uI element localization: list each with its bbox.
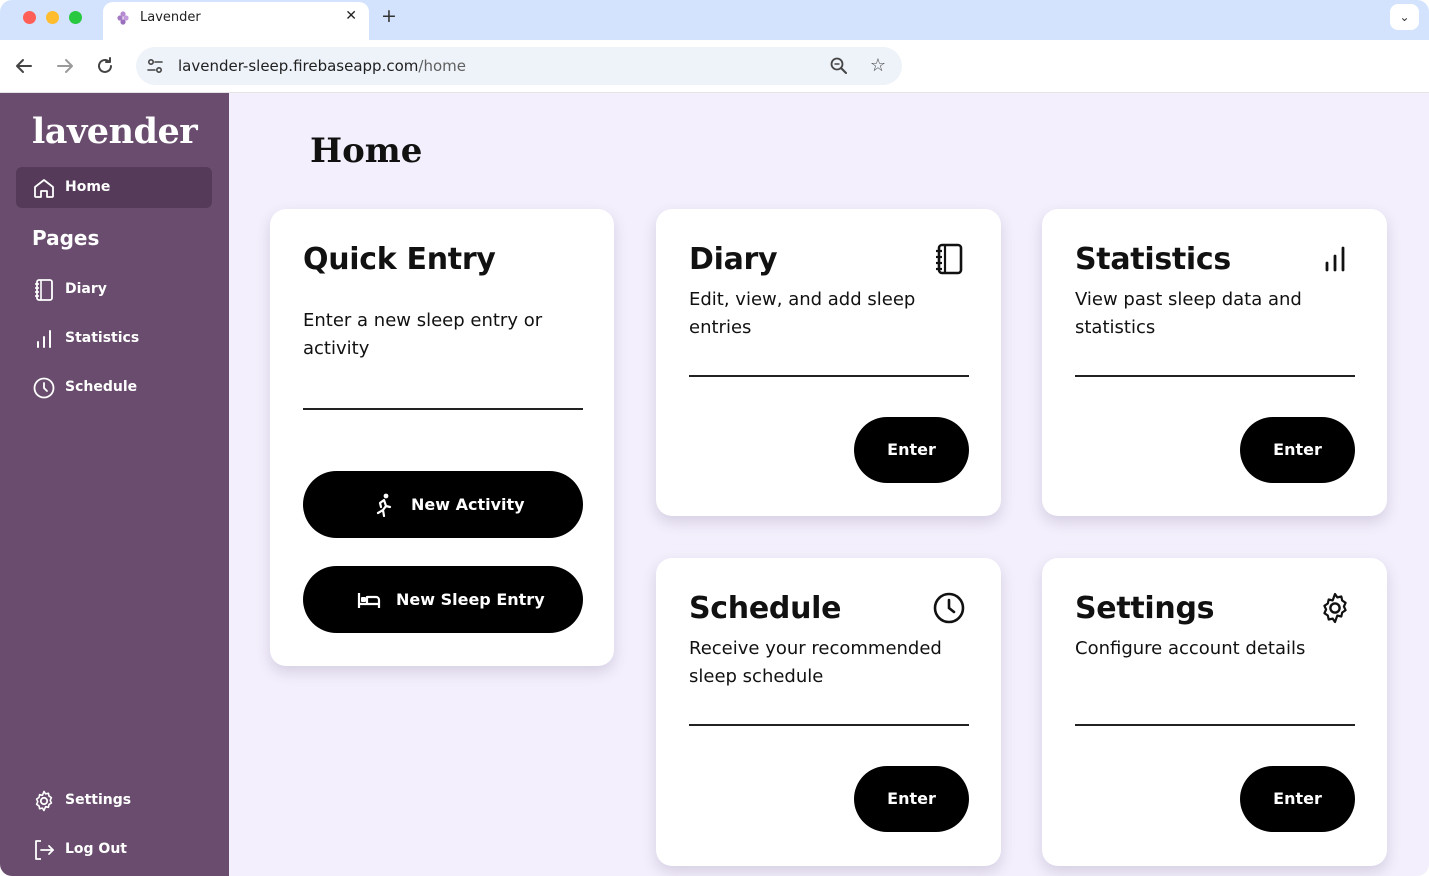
notebook-icon <box>936 243 963 275</box>
url-text[interactable]: lavender-sleep.firebaseapp.com/home <box>178 57 466 75</box>
sidebar-item-home[interactable]: Home <box>16 167 212 208</box>
main-content: Home Quick Entry Enter a new sleep entry… <box>229 93 1429 876</box>
card-divider <box>689 375 969 377</box>
url-path: /home <box>418 57 466 75</box>
browser-window: Lavender ✕ + ⌄ lavender-sleep.firebaseap… <box>0 0 1429 876</box>
lavender-favicon-icon <box>117 11 129 25</box>
card-divider <box>1075 375 1355 377</box>
sidebar-item-label: Statistics <box>65 330 140 346</box>
diary-enter-button[interactable]: Enter <box>854 417 969 483</box>
new-tab-button[interactable]: + <box>381 5 397 27</box>
home-icon <box>34 179 54 198</box>
gear-icon <box>1323 592 1347 624</box>
sidebar: lavender Home Pages Diary Statistics Sch… <box>0 93 229 876</box>
card-description: Enter a new sleep entry or activity <box>303 310 543 359</box>
sidebar-item-schedule[interactable]: Schedule <box>16 367 212 408</box>
sidebar-item-label: Diary <box>65 281 107 297</box>
statistics-card: Statistics View past sleep data and stat… <box>1042 209 1387 516</box>
quick-entry-card: Quick Entry Enter a new sleep entry or a… <box>270 209 614 666</box>
logout-icon <box>35 840 54 860</box>
card-title: Statistics <box>1075 242 1231 277</box>
schedule-enter-button[interactable]: Enter <box>854 766 969 832</box>
card-title: Schedule <box>689 591 842 626</box>
tab-search-button[interactable]: ⌄ <box>1390 4 1419 30</box>
forward-arrow-icon[interactable] <box>53 54 77 78</box>
title-bar: Lavender ✕ + ⌄ <box>0 0 1429 40</box>
new-sleep-entry-button[interactable]: New Sleep Entry <box>303 566 583 633</box>
card-description: View past sleep data and statistics <box>1075 289 1302 338</box>
settings-card: Settings Configure account details Enter <box>1042 558 1387 866</box>
close-window-button[interactable] <box>23 11 36 24</box>
card-description: Edit, view, and add sleep entries <box>689 289 916 338</box>
card-title: Settings <box>1075 591 1215 626</box>
page-title: Home <box>310 131 423 171</box>
browser-toolbar: lavender-sleep.firebaseapp.com/home ☆ <box>0 40 1429 93</box>
sidebar-item-statistics[interactable]: Statistics <box>16 318 212 359</box>
card-title: Diary <box>689 242 778 277</box>
sidebar-item-label: Schedule <box>65 379 138 395</box>
bookmark-star-icon[interactable]: ☆ <box>870 55 886 76</box>
diary-card: Diary Edit, view, and add sleep entries … <box>656 209 1001 516</box>
reload-icon[interactable] <box>93 54 117 78</box>
card-title: Quick Entry <box>303 242 496 277</box>
bed-icon <box>357 593 381 608</box>
minimize-window-button[interactable] <box>46 11 59 24</box>
brand-logo[interactable]: lavender <box>32 111 198 152</box>
zoom-icon[interactable] <box>829 56 849 76</box>
schedule-card: Schedule Receive your recommended sleep … <box>656 558 1001 866</box>
card-divider <box>689 724 969 726</box>
gear-icon <box>35 790 53 812</box>
card-description: Receive your recommended sleep schedule <box>689 638 942 687</box>
maximize-window-button[interactable] <box>69 11 82 24</box>
address-bar[interactable]: lavender-sleep.firebaseapp.com/home ☆ <box>136 47 902 85</box>
button-label: New Activity <box>411 495 525 514</box>
back-arrow-icon[interactable] <box>12 54 36 78</box>
tab-close-icon[interactable]: ✕ <box>345 8 357 24</box>
bar-chart-icon <box>37 330 51 348</box>
new-activity-button[interactable]: New Activity <box>303 471 583 538</box>
site-info-icon[interactable] <box>146 57 164 75</box>
notebook-icon <box>35 279 53 301</box>
sidebar-item-label: Home <box>65 179 111 195</box>
sidebar-item-diary[interactable]: Diary <box>16 269 212 310</box>
sidebar-item-label: Log Out <box>65 841 127 857</box>
button-label: New Sleep Entry <box>396 590 545 609</box>
card-divider <box>303 408 583 410</box>
card-divider <box>1075 724 1355 726</box>
sidebar-item-logout[interactable]: Log Out <box>16 829 212 870</box>
clock-icon <box>33 377 55 399</box>
bar-chart-icon <box>1325 246 1345 272</box>
browser-tab[interactable]: Lavender ✕ <box>103 2 369 40</box>
sidebar-item-label: Settings <box>65 792 132 808</box>
settings-enter-button[interactable]: Enter <box>1240 766 1355 832</box>
url-host: lavender-sleep.firebaseapp.com <box>178 57 419 75</box>
running-person-icon <box>376 493 392 518</box>
sidebar-item-settings[interactable]: Settings <box>16 780 212 821</box>
tab-title: Lavender <box>140 10 201 25</box>
clock-icon <box>933 592 965 624</box>
pages-heading: Pages <box>32 226 100 250</box>
statistics-enter-button[interactable]: Enter <box>1240 417 1355 483</box>
card-description: Configure account details <box>1075 638 1306 659</box>
